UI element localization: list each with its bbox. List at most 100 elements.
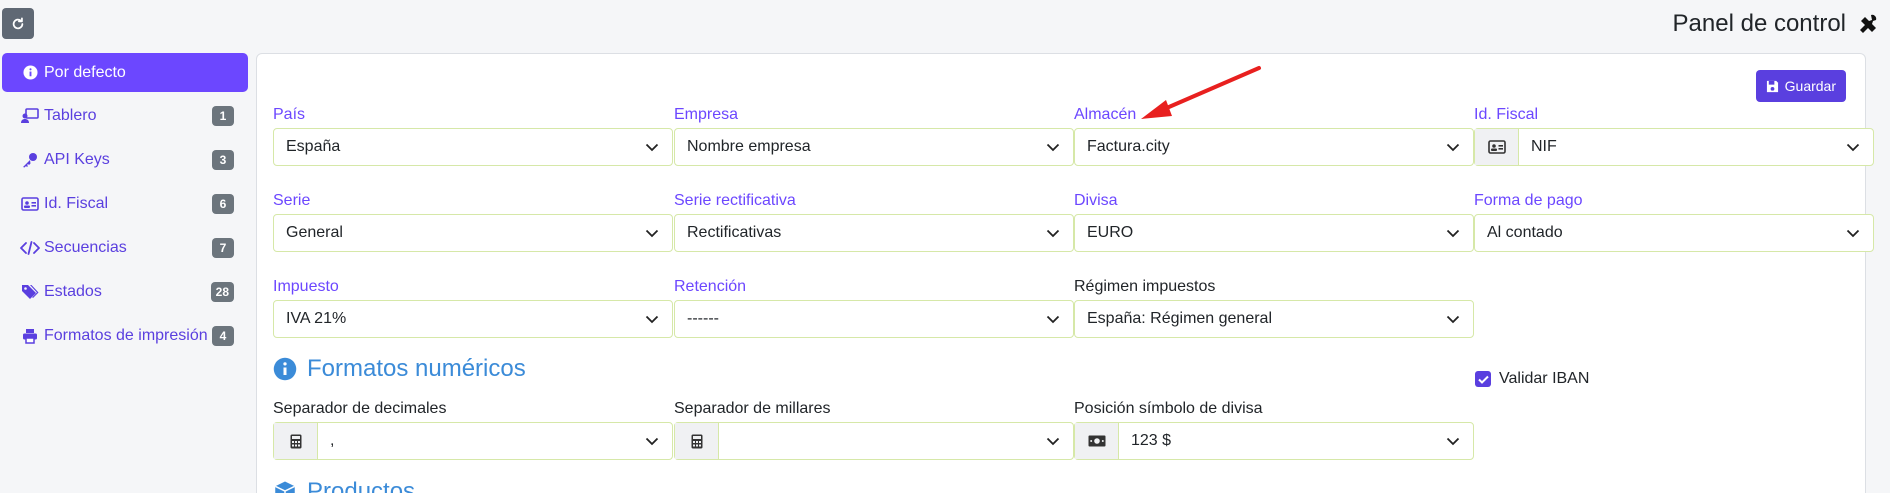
regimen-impuestos-value: España: Régimen general — [1087, 310, 1273, 327]
page-title: Panel de control — [1673, 8, 1880, 40]
chevron-down-icon — [1433, 315, 1473, 324]
chevron-down-icon — [1033, 143, 1073, 152]
field-pais: País España — [273, 105, 673, 166]
pais-label: País — [273, 106, 306, 123]
field-retencion: Retención ------ — [674, 277, 1074, 338]
sidebar-item-label: Formatos de impresión — [44, 327, 208, 344]
posicion-simbolo-value: 123 $ — [1131, 432, 1172, 449]
almacen-value: Factura.city — [1087, 138, 1170, 155]
info-circle-icon — [20, 63, 40, 83]
checkbox-checked-icon — [1475, 371, 1491, 387]
calculator-icon — [675, 423, 719, 459]
count-badge: 4 — [212, 326, 234, 346]
count-badge: 7 — [212, 238, 234, 258]
sidebar-item-label: Por defecto — [44, 63, 126, 81]
chevron-down-icon — [632, 315, 672, 324]
posicion-simbolo-label: Posición símbolo de divisa — [1074, 400, 1263, 417]
field-serie-rectificativa: Serie rectificativa Rectificativas — [674, 191, 1074, 252]
field-regimen-impuestos: Régimen impuestos España: Régimen genera… — [1074, 277, 1474, 338]
empresa-select[interactable]: Nombre empresa — [674, 128, 1074, 166]
serie-rectificativa-label: Serie rectificativa — [674, 192, 796, 209]
retencion-value: ------ — [687, 310, 719, 327]
divisa-label: Divisa — [1074, 192, 1118, 209]
id-fiscal-value: NIF — [1531, 138, 1557, 155]
count-badge: 28 — [210, 282, 234, 302]
posicion-simbolo-select[interactable]: 123 $ — [1074, 422, 1474, 460]
field-empresa: Empresa Nombre empresa — [674, 105, 1074, 166]
impuesto-select[interactable]: IVA 21% — [273, 300, 673, 338]
almacen-select[interactable]: Factura.city — [1074, 128, 1474, 166]
chevron-down-icon — [1033, 437, 1073, 446]
chevron-down-icon — [1833, 143, 1873, 152]
pais-value: España — [286, 138, 341, 155]
sidebar-item-label: Id. Fiscal — [44, 195, 109, 212]
field-impuesto: Impuesto IVA 21% — [273, 277, 673, 338]
serie-rectificativa-select[interactable]: Rectificativas — [674, 214, 1074, 252]
serie-value: General — [286, 224, 343, 241]
serie-label: Serie — [273, 192, 311, 209]
field-posicion-simbolo-divisa: Posición símbolo de divisa 123 $ — [1074, 399, 1474, 460]
sidebar-item-formatos-impresion[interactable]: Formatos de impresión 4 — [2, 314, 248, 358]
field-id-fiscal: Id. Fiscal NIF — [1474, 105, 1874, 166]
sidebar-item-api-keys[interactable]: API Keys 3 — [2, 138, 248, 182]
sidebar-item-por-defecto[interactable]: Por defecto — [2, 53, 248, 92]
refresh-button[interactable] — [2, 8, 34, 39]
separador-millares-label: Separador de millares — [674, 400, 831, 417]
chevron-down-icon — [632, 143, 672, 152]
field-separador-millares: Separador de millares — [674, 399, 1074, 460]
divisa-select[interactable]: EURO — [1074, 214, 1474, 252]
almacen-label: Almacén — [1074, 106, 1137, 123]
serie-select[interactable]: General — [273, 214, 673, 252]
separador-millares-select[interactable] — [674, 422, 1074, 460]
section-title-text: Formatos numéricos — [307, 355, 526, 382]
settings-panel: Guardar País España Empresa Nombre empre… — [256, 53, 1874, 493]
section-title-text: Productos — [307, 478, 416, 493]
retencion-select[interactable]: ------ — [674, 300, 1074, 338]
sidebar-item-estados[interactable]: Estados 28 — [2, 270, 248, 314]
chevron-down-icon — [1433, 229, 1473, 238]
key-icon — [20, 150, 40, 170]
empresa-label: Empresa — [674, 106, 739, 123]
chevron-down-icon — [1833, 229, 1873, 238]
save-button[interactable]: Guardar — [1755, 70, 1846, 102]
sidebar-item-id-fiscal[interactable]: Id. Fiscal 6 — [2, 182, 248, 226]
regimen-impuestos-select[interactable]: España: Régimen general — [1074, 300, 1474, 338]
empresa-value: Nombre empresa — [687, 138, 811, 155]
divisa-value: EURO — [1087, 224, 1134, 241]
validar-iban-checkbox[interactable]: Validar IBAN — [1475, 370, 1589, 388]
separador-decimales-select[interactable]: , — [273, 422, 673, 460]
refresh-icon — [12, 16, 24, 29]
field-serie: Serie General — [273, 191, 673, 252]
section-formatos-numericos: Formatos numéricos — [273, 355, 526, 383]
chevron-down-icon — [632, 437, 672, 446]
regimen-impuestos-label: Régimen impuestos — [1074, 278, 1216, 295]
chevron-down-icon — [1033, 315, 1073, 324]
serie-rectificativa-value: Rectificativas — [687, 224, 782, 241]
count-badge: 1 — [212, 106, 234, 126]
validar-iban-label: Validar IBAN — [1499, 370, 1590, 387]
count-badge: 6 — [212, 194, 234, 214]
id-card-icon — [1475, 129, 1519, 165]
floppy-disk-icon — [1766, 80, 1778, 92]
sidebar-item-label: Estados — [44, 283, 102, 300]
sidebar-item-tablero[interactable]: Tablero 1 — [2, 94, 248, 138]
forma-pago-select[interactable]: Al contado — [1474, 214, 1874, 252]
tags-icon — [20, 282, 40, 302]
impuesto-value: IVA 21% — [286, 310, 347, 327]
separador-decimales-label: Separador de decimales — [273, 400, 447, 417]
retencion-label: Retención — [674, 278, 747, 295]
code-icon — [20, 238, 40, 258]
impuesto-label: Impuesto — [273, 278, 339, 295]
forma-pago-label: Forma de pago — [1474, 192, 1583, 209]
sidebar-item-label: Tablero — [44, 107, 97, 124]
pais-select[interactable]: España — [273, 128, 673, 166]
chevron-down-icon — [632, 229, 672, 238]
field-separador-decimales: Separador de decimales , — [273, 399, 673, 460]
sidebar-item-secuencias[interactable]: Secuencias 7 — [2, 226, 248, 270]
id-fiscal-select[interactable]: NIF — [1474, 128, 1874, 166]
box-icon — [274, 481, 296, 493]
count-badge: 3 — [212, 150, 234, 170]
field-forma-pago: Forma de pago Al contado — [1474, 191, 1874, 252]
info-circle-icon — [273, 357, 297, 381]
sidebar-item-label: Secuencias — [44, 239, 127, 256]
